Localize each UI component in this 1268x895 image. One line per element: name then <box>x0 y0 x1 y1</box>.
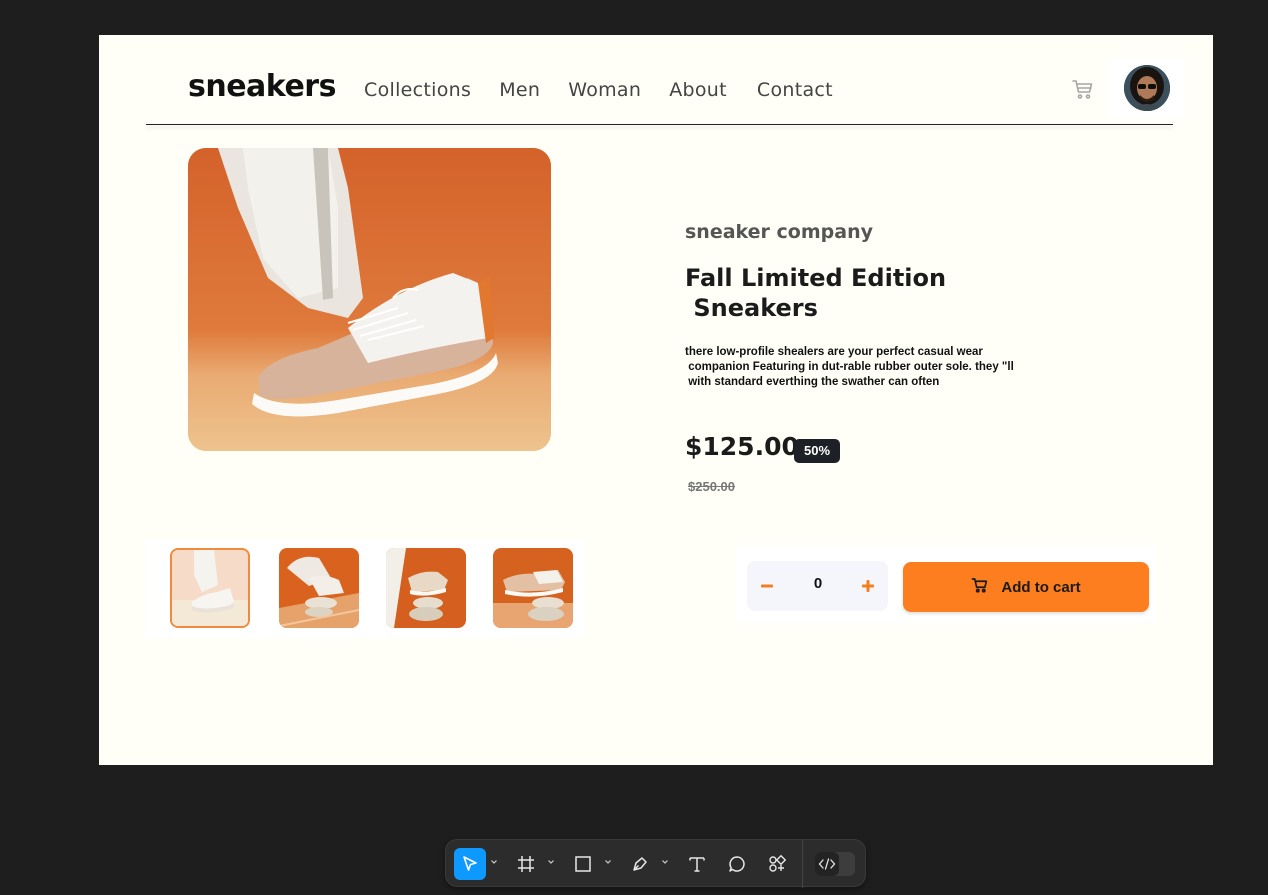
chevron-down-icon[interactable] <box>604 858 612 866</box>
increment-button[interactable] <box>853 571 883 601</box>
product-title: Fall Limited Edition Sneakers <box>685 264 947 322</box>
brand-name: sneaker company <box>685 221 873 243</box>
header-divider <box>146 124 1173 125</box>
nav-item-collections[interactable]: Collections <box>364 79 471 101</box>
nav-item-woman[interactable]: Woman <box>568 79 641 101</box>
avatar-container <box>1106 59 1184 119</box>
cursor-icon <box>463 856 477 871</box>
plus-icon <box>862 580 874 592</box>
code-icon <box>815 852 839 876</box>
shape-tool[interactable] <box>569 848 597 880</box>
nav-item-men[interactable]: Men <box>499 79 540 101</box>
add-to-cart-label: Add to cart <box>1001 578 1081 596</box>
text-icon <box>689 857 705 872</box>
thumbnail-strip <box>145 540 585 638</box>
move-tool[interactable] <box>454 848 486 880</box>
decrement-button[interactable] <box>752 571 782 601</box>
quantity-stepper: 0 <box>747 561 888 611</box>
product-price: $125.00 <box>685 432 799 461</box>
thumbnail-3[interactable] <box>386 548 466 628</box>
original-price: $250.00 <box>688 479 735 494</box>
text-tool[interactable] <box>683 848 711 880</box>
pen-icon <box>633 857 647 871</box>
thumbnail-4[interactable] <box>493 548 573 628</box>
product-main-image[interactable] <box>188 148 551 451</box>
dev-mode-toggle[interactable] <box>815 852 855 876</box>
cart-icon <box>971 576 989 599</box>
actions-tool[interactable] <box>763 848 791 880</box>
main-nav: Collections Men Woman About Contact <box>364 79 861 101</box>
comment-tool[interactable] <box>723 848 751 880</box>
thumbnail-2[interactable] <box>279 548 359 628</box>
design-frame: sneakers Collections Men Woman About Con… <box>99 35 1213 765</box>
chevron-down-icon[interactable] <box>490 858 498 866</box>
chevron-down-icon[interactable] <box>661 858 669 866</box>
chevron-down-icon[interactable] <box>547 858 555 866</box>
nav-item-about[interactable]: About <box>669 79 727 101</box>
toolbar-divider <box>802 840 803 888</box>
thumbnail-1[interactable] <box>170 548 250 628</box>
avatar[interactable] <box>1124 65 1170 111</box>
design-toolbar <box>445 839 866 888</box>
quantity-value[interactable]: 0 <box>802 575 834 592</box>
add-to-cart-button[interactable]: Add to cart <box>903 562 1149 612</box>
discount-badge: 50% <box>794 439 840 463</box>
components-icon <box>769 854 787 872</box>
nav-item-contact[interactable]: Contact <box>757 79 833 101</box>
rectangle-icon <box>575 856 591 872</box>
purchase-panel: 0 Add to cart <box>736 545 1156 623</box>
comment-icon <box>729 856 745 872</box>
cart-icon[interactable] <box>1071 77 1095 101</box>
frame-tool[interactable] <box>512 848 540 880</box>
product-description: there low-profile shealers are your perf… <box>685 346 1014 388</box>
frame-icon <box>518 856 534 872</box>
logo[interactable]: sneakers <box>188 69 336 104</box>
pen-tool[interactable] <box>626 848 654 880</box>
minus-icon <box>761 584 773 588</box>
